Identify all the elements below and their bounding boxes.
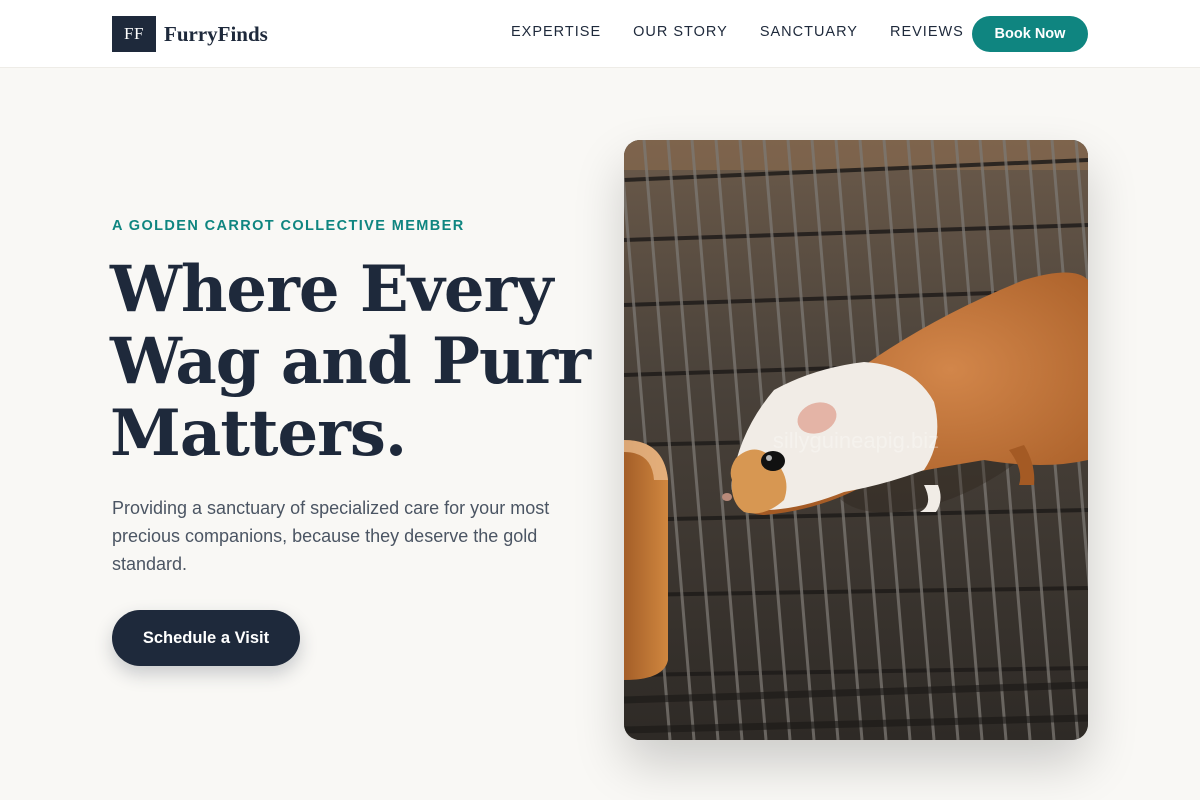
guinea-pig-photo: sillyguineapig.biz xyxy=(624,140,1088,740)
hero-subtitle: Providing a sanctuary of specialized car… xyxy=(112,498,550,574)
brand-name: FurryFinds xyxy=(164,21,268,46)
hero-image: sillyguineapig.biz xyxy=(624,140,1088,740)
top-navbar: FF FurryFinds EXPERTISE OUR STORY SANCTU… xyxy=(0,0,1200,68)
main-nav: EXPERTISE OUR STORY SANCTUARY REVIEWS xyxy=(511,24,996,40)
nav-link-reviews[interactable]: REVIEWS xyxy=(890,24,964,40)
nav-link-expertise[interactable]: EXPERTISE xyxy=(511,24,601,40)
hero-headline: Where Every Wag and Purr Matters. xyxy=(110,252,591,471)
brand-logo[interactable]: FF FurryFinds xyxy=(112,16,268,52)
image-watermark: sillyguineapig.biz xyxy=(773,428,939,453)
logo-monogram: FF xyxy=(112,16,156,52)
nav-link-our-story[interactable]: OUR STORY xyxy=(633,24,728,40)
book-now-button[interactable]: Book Now xyxy=(972,16,1088,52)
nav-link-sanctuary[interactable]: SANCTUARY xyxy=(760,24,858,40)
schedule-visit-button[interactable]: Schedule a Visit xyxy=(112,610,300,666)
hero-kicker: A GOLDEN CARROT COLLECTIVE MEMBER xyxy=(112,218,465,234)
